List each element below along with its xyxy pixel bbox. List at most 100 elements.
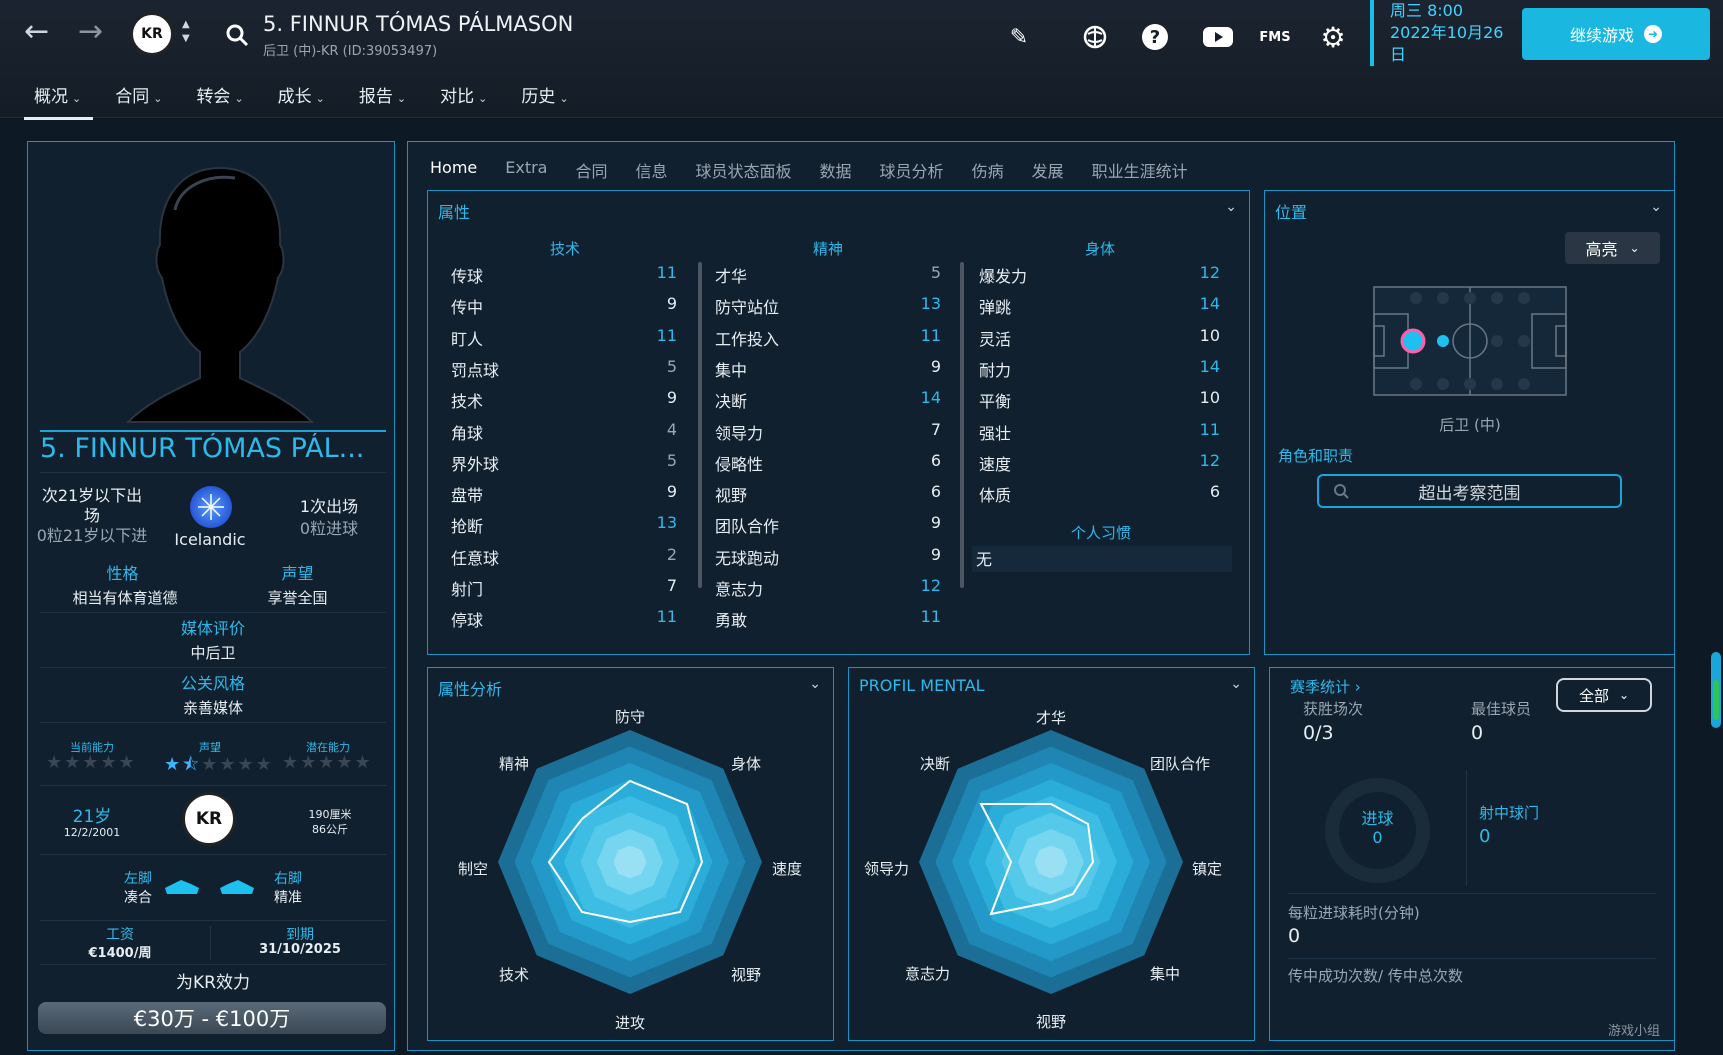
search-icon: [1334, 484, 1349, 499]
attribute-value: 9: [666, 294, 677, 314]
menu-compare[interactable]: 对比 ⌄: [430, 80, 499, 120]
club-crest[interactable]: KR: [182, 792, 236, 846]
age-value: 21岁: [72, 807, 112, 827]
attribute-row[interactable]: 界外球 5: [451, 451, 677, 479]
tab-extra[interactable]: Extra: [505, 158, 547, 182]
radar2-label-determination: 意志力: [905, 965, 951, 983]
attribute-value: 13: [920, 294, 941, 314]
tab-info[interactable]: 信息: [636, 158, 668, 182]
chevron-down-icon[interactable]: ⌄: [1230, 676, 1242, 692]
attribute-row[interactable]: 平衡 10: [979, 388, 1220, 416]
wage-label: 工资: [106, 927, 134, 943]
top-bar: ← → KR ▲ ▼ 5. FINNUR TÓMAS PÁLMASON 后卫 (中…: [0, 0, 1723, 120]
menu-reports[interactable]: 报告 ⌄: [349, 80, 418, 120]
attribute-row[interactable]: 集中 9: [715, 357, 941, 385]
menu-development[interactable]: 成长 ⌄: [268, 80, 337, 120]
tab-home[interactable]: Home: [430, 158, 477, 182]
attributes-title: 属性: [438, 203, 471, 222]
attribute-row[interactable]: 领导力 7: [715, 420, 941, 448]
season-stats-title[interactable]: 赛季统计 ›: [1290, 676, 1361, 697]
attribute-row[interactable]: 弹跳 14: [979, 294, 1220, 322]
attribute-value: 12: [1199, 263, 1220, 282]
youtube-icon[interactable]: [1200, 22, 1236, 52]
attribute-row[interactable]: 防守站位 13: [715, 294, 941, 322]
tab-injuries[interactable]: 伤病: [972, 158, 1004, 182]
mins-per-goal-label: 每粒进球耗时(分钟): [1288, 904, 1420, 922]
attribute-row[interactable]: 强壮 11: [979, 420, 1220, 448]
tab-development[interactable]: 发展: [1032, 158, 1064, 182]
chevron-down-icon[interactable]: ⌄: [1650, 199, 1662, 215]
attribute-row[interactable]: 侵略性 6: [715, 451, 941, 479]
contract-expiry-value: 31/10/2025: [259, 942, 341, 957]
club-badge[interactable]: KR: [130, 12, 174, 56]
menu-contract[interactable]: 合同 ⌄: [105, 80, 174, 120]
highlight-dropdown[interactable]: 高亮 ⌄: [1565, 232, 1660, 264]
apps-count: 1次出场: [299, 497, 359, 516]
attribute-row[interactable]: 射门 7: [451, 576, 677, 604]
attribute-row[interactable]: 工作投入 11: [715, 326, 941, 354]
attribute-row[interactable]: 决断 14: [715, 388, 941, 416]
season-stats-title-text: 赛季统计: [1290, 678, 1351, 696]
attribute-row[interactable]: 盘带 9: [451, 482, 677, 510]
transfer-value[interactable]: €30万 - €100万: [38, 1002, 386, 1034]
attribute-row[interactable]: 意志力 12: [715, 576, 941, 604]
attribute-value: 11: [920, 325, 941, 345]
tab-analysis[interactable]: 球员分析: [880, 158, 944, 182]
attribute-row[interactable]: 灵活 10: [979, 326, 1220, 354]
chevron-down-icon[interactable]: ⌄: [1225, 199, 1237, 215]
attribute-row[interactable]: 速度 12: [979, 451, 1220, 479]
tab-status-panel[interactable]: 球员状态面板: [696, 158, 792, 182]
best-player-label: 最佳球员: [1471, 700, 1532, 718]
attribute-row[interactable]: 罚点球 5: [451, 357, 677, 385]
attribute-row[interactable]: 技术 9: [451, 388, 677, 416]
attribute-value: 10: [1199, 325, 1220, 345]
attribute-name: 才华: [715, 267, 748, 286]
attribute-row[interactable]: 传球 11: [451, 263, 677, 291]
gear-icon[interactable]: ⚙: [1318, 21, 1348, 54]
attribute-value: 14: [920, 388, 941, 408]
roles-search[interactable]: 超出考察范围: [1317, 474, 1622, 508]
menu-transfer[interactable]: 转会 ⌄: [186, 80, 255, 120]
forward-arrow-icon[interactable]: →: [78, 14, 103, 49]
attribute-row[interactable]: 才华 5: [715, 263, 941, 291]
attribute-row[interactable]: 耐力 14: [979, 357, 1220, 385]
chevron-down-icon[interactable]: ⌄: [809, 676, 821, 692]
chevron-down-icon: ⌄: [1629, 241, 1640, 255]
season-filter-dropdown[interactable]: 全部 ⌄: [1556, 678, 1652, 712]
attribute-row[interactable]: 停球 11: [451, 607, 677, 635]
attribute-row[interactable]: 无球跑动 9: [715, 545, 941, 573]
tab-stats[interactable]: 数据: [820, 158, 852, 182]
nation-flag-icon[interactable]: [190, 486, 232, 528]
contract-expiry-label: 到期: [286, 927, 314, 943]
scrollbar[interactable]: [1711, 652, 1721, 728]
tab-career-stats[interactable]: 职业生涯统计: [1092, 158, 1188, 182]
attribute-row[interactable]: 团队合作 9: [715, 513, 941, 541]
attribute-row[interactable]: 盯人 11: [451, 326, 677, 354]
attribute-name: 任意球: [451, 548, 500, 568]
club-switch-icon[interactable]: ▲ ▼: [182, 18, 190, 46]
help-icon[interactable]: ?: [1140, 22, 1170, 52]
pencil-icon[interactable]: ✎: [1004, 22, 1034, 52]
menu-contract-label: 合同: [115, 87, 150, 107]
attribute-row[interactable]: 勇敢 11: [715, 607, 941, 635]
club-crest-text: KR: [195, 809, 223, 829]
back-arrow-icon[interactable]: ←: [24, 14, 49, 49]
attribute-row[interactable]: 任意球 2: [451, 545, 677, 573]
menu-overview[interactable]: 概况 ⌄: [24, 80, 94, 120]
attribute-row[interactable]: 角球 4: [451, 420, 677, 448]
attribute-name: 防守站位: [715, 298, 780, 318]
attribute-row[interactable]: 爆发力 12: [979, 263, 1220, 291]
menu-history[interactable]: 历史 ⌄: [511, 80, 580, 120]
fms-icon[interactable]: FMS: [1259, 22, 1290, 52]
continue-label: 继续游戏: [1569, 26, 1634, 45]
wins-value: 0/3: [1303, 722, 1334, 744]
continue-game-button[interactable]: 继续游戏 ➜: [1522, 8, 1710, 60]
tab-contract[interactable]: 合同: [575, 158, 607, 182]
globe-icon[interactable]: [1080, 22, 1110, 52]
attribute-row[interactable]: 体质 6: [979, 482, 1220, 510]
nation-name[interactable]: Icelandic: [160, 530, 260, 549]
attribute-row[interactable]: 抢断 13: [451, 513, 677, 541]
attribute-row[interactable]: 传中 9: [451, 294, 677, 322]
search-icon[interactable]: [222, 20, 252, 50]
attribute-row[interactable]: 视野 6: [715, 482, 941, 510]
